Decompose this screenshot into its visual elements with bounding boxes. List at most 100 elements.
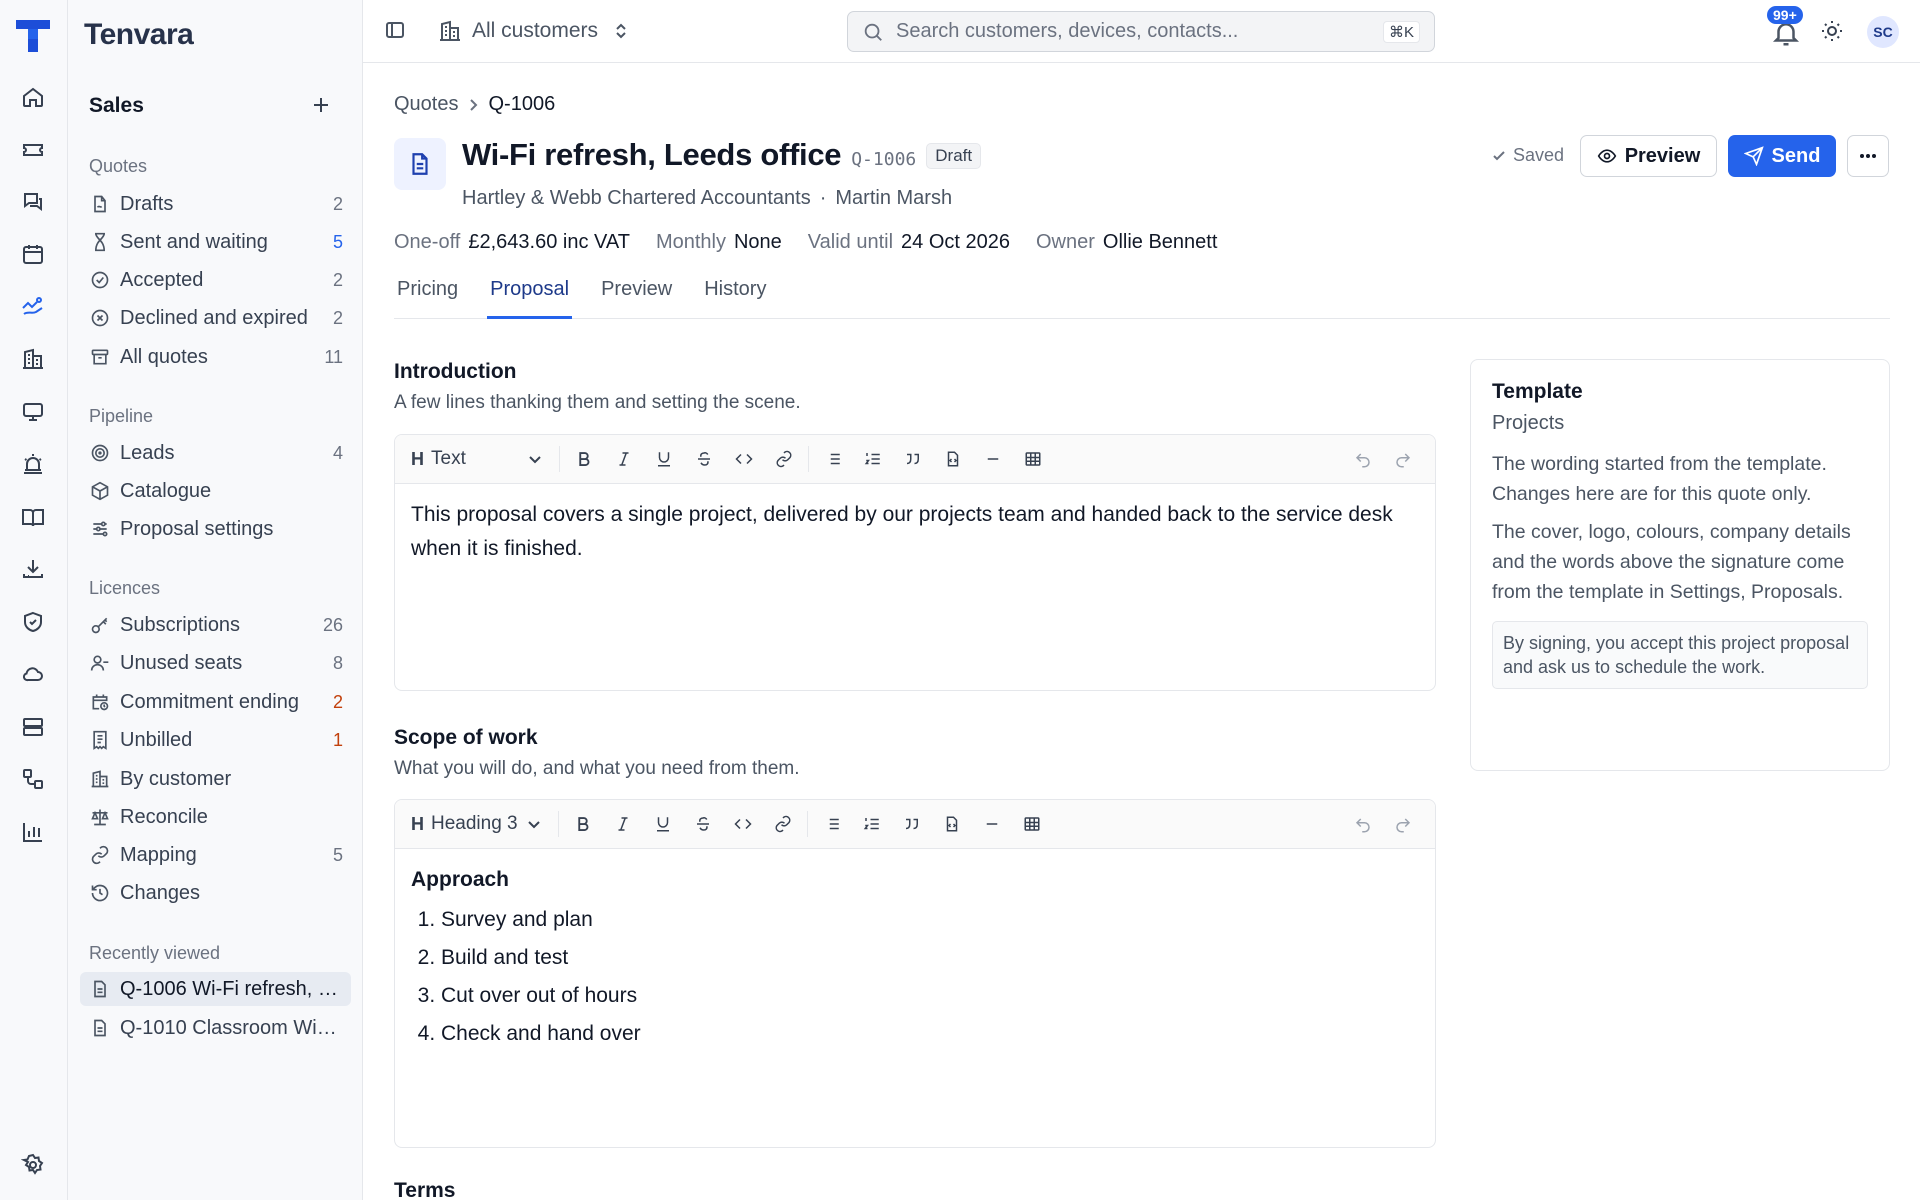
more-options-button[interactable] bbox=[1847, 135, 1889, 177]
sidebar-item-all-quotes[interactable]: All quotes 11 bbox=[80, 340, 351, 374]
sidebar-item-label: Drafts bbox=[120, 192, 174, 215]
ticket-icon[interactable] bbox=[16, 133, 50, 167]
send-button[interactable]: Send bbox=[1728, 135, 1836, 177]
settings-icon[interactable] bbox=[16, 1148, 50, 1182]
book-icon[interactable] bbox=[16, 500, 50, 534]
building-icon[interactable] bbox=[16, 342, 50, 376]
shield-icon[interactable] bbox=[16, 605, 50, 639]
sidebar-item-leads[interactable]: Leads 4 bbox=[80, 436, 351, 470]
alarm-icon[interactable] bbox=[16, 447, 50, 481]
sidebar-item-label: All quotes bbox=[120, 345, 208, 368]
block-format-select[interactable]: H Heading 3 bbox=[411, 813, 542, 835]
recent-item[interactable]: Q-1010 Classroom Wi-Fi upgrade bbox=[80, 1011, 351, 1045]
tenvara-logo-icon[interactable] bbox=[14, 16, 52, 54]
numbered-list-icon[interactable] bbox=[852, 807, 892, 841]
sidebar-item-reconcile[interactable]: Reconcile bbox=[80, 800, 351, 834]
undo-icon[interactable] bbox=[1343, 808, 1383, 842]
quote-icon[interactable] bbox=[893, 442, 933, 476]
meta-key: One-off bbox=[394, 231, 461, 253]
customer-scope-select[interactable]: All customers bbox=[438, 16, 630, 46]
user-minus-icon bbox=[89, 652, 111, 674]
tab-preview[interactable]: Preview bbox=[598, 275, 675, 319]
recent-item-label: Q-1006 Wi-Fi refresh, Leeds office bbox=[120, 977, 343, 1000]
sales-icon[interactable] bbox=[16, 289, 50, 323]
template-name[interactable]: Projects bbox=[1492, 412, 1868, 435]
italic-icon[interactable] bbox=[603, 807, 643, 841]
sidebar-item-mapping[interactable]: Mapping 5 bbox=[80, 838, 351, 872]
chat-icon[interactable] bbox=[16, 185, 50, 219]
undo-icon[interactable] bbox=[1343, 443, 1383, 477]
bullet-list-icon[interactable] bbox=[813, 442, 853, 476]
sidebar-item-sent[interactable]: Sent and waiting 5 bbox=[80, 225, 351, 259]
workflow-icon[interactable] bbox=[16, 762, 50, 796]
calendar-icon[interactable] bbox=[16, 237, 50, 271]
sidebar-item-drafts[interactable]: Drafts 2 bbox=[80, 187, 351, 221]
redo-icon[interactable] bbox=[1383, 808, 1423, 842]
code-icon[interactable] bbox=[723, 807, 763, 841]
link-icon[interactable] bbox=[763, 807, 803, 841]
file-code-icon[interactable] bbox=[932, 807, 972, 841]
add-icon[interactable] bbox=[308, 92, 334, 118]
sidebar-item-accepted[interactable]: Accepted 2 bbox=[80, 263, 351, 297]
terms-heading: Terms bbox=[394, 1179, 456, 1200]
chart-icon[interactable] bbox=[16, 815, 50, 849]
tab-history[interactable]: History bbox=[701, 275, 769, 319]
search-shortcut: ⌘K bbox=[1382, 21, 1420, 43]
scale-icon bbox=[89, 806, 111, 828]
strikethrough-icon[interactable] bbox=[684, 442, 724, 476]
sidebar-toggle-icon[interactable] bbox=[383, 18, 409, 44]
cloud-icon[interactable] bbox=[16, 657, 50, 691]
download-icon[interactable] bbox=[16, 552, 50, 586]
italic-icon[interactable] bbox=[604, 442, 644, 476]
quote-icon[interactable] bbox=[892, 807, 932, 841]
tab-proposal[interactable]: Proposal bbox=[487, 275, 573, 319]
top-bar: All customers Search customers, devices,… bbox=[363, 0, 1920, 63]
strikethrough-icon[interactable] bbox=[683, 807, 723, 841]
sidebar-item-unused-seats[interactable]: Unused seats 8 bbox=[80, 646, 351, 680]
bullet-list-icon[interactable] bbox=[812, 807, 852, 841]
table-icon[interactable] bbox=[1013, 442, 1053, 476]
breadcrumb-parent[interactable]: Quotes bbox=[394, 93, 458, 116]
customer-name[interactable]: Hartley & Webb Chartered Accountants bbox=[462, 187, 811, 209]
table-icon[interactable] bbox=[1012, 807, 1052, 841]
code-icon[interactable] bbox=[724, 442, 764, 476]
search-input[interactable]: Search customers, devices, contacts... ⌘… bbox=[847, 11, 1435, 52]
sidebar-item-catalogue[interactable]: Catalogue bbox=[80, 474, 351, 508]
sidebar-item-commitment-ending[interactable]: Commitment ending 2 bbox=[80, 685, 351, 719]
block-format-select[interactable]: H Text bbox=[411, 448, 543, 470]
scope-editor-content[interactable]: Approach Survey and plan Build and test … bbox=[395, 849, 1435, 1067]
file-code-icon[interactable] bbox=[933, 442, 973, 476]
sidebar-item-label: Catalogue bbox=[120, 479, 212, 502]
underline-icon[interactable] bbox=[643, 807, 683, 841]
sidebar-item-proposal-settings[interactable]: Proposal settings bbox=[80, 512, 351, 546]
recent-item[interactable]: Q-1006 Wi-Fi refresh, Leeds office bbox=[80, 972, 351, 1006]
sidebar-item-declined[interactable]: Declined and expired 2 bbox=[80, 301, 351, 335]
link-icon[interactable] bbox=[764, 442, 804, 476]
redo-icon[interactable] bbox=[1383, 443, 1423, 477]
bold-icon[interactable] bbox=[564, 442, 604, 476]
home-icon[interactable] bbox=[16, 80, 50, 114]
quote-subtitle: Hartley & Webb Chartered Accountants · Mar… bbox=[462, 187, 953, 209]
intro-editor-content[interactable]: This proposal covers a single project, d… bbox=[395, 484, 1435, 580]
sidebar-item-unbilled[interactable]: Unbilled 1 bbox=[80, 723, 351, 757]
scope-editor[interactable]: H Heading 3 Approach Survey and p bbox=[394, 799, 1436, 1148]
meta-value[interactable]: Ollie Bennett bbox=[1103, 231, 1218, 254]
horizontal-rule-icon[interactable] bbox=[973, 442, 1013, 476]
contact-name[interactable]: Martin Marsh bbox=[835, 187, 952, 209]
bold-icon[interactable] bbox=[563, 807, 603, 841]
sidebar-item-subscriptions[interactable]: Subscriptions 26 bbox=[80, 608, 351, 642]
sidebar-item-label: Commitment ending bbox=[120, 690, 299, 713]
intro-editor[interactable]: H Text This proposal covers a single pro… bbox=[394, 434, 1436, 691]
numbered-list-icon[interactable] bbox=[853, 442, 893, 476]
sidebar-item-by-customer[interactable]: By customer bbox=[80, 762, 351, 796]
preview-button[interactable]: Preview bbox=[1580, 135, 1717, 177]
monitor-icon[interactable] bbox=[16, 395, 50, 429]
underline-icon[interactable] bbox=[644, 442, 684, 476]
breadcrumb: Quotes Q-1006 bbox=[394, 93, 555, 116]
horizontal-rule-icon[interactable] bbox=[972, 807, 1012, 841]
server-icon[interactable] bbox=[16, 710, 50, 744]
sidebar-item-changes[interactable]: Changes bbox=[80, 876, 351, 910]
theme-toggle-icon[interactable] bbox=[1820, 19, 1846, 45]
tab-pricing[interactable]: Pricing bbox=[394, 275, 461, 319]
avatar[interactable]: SC bbox=[1867, 16, 1899, 48]
